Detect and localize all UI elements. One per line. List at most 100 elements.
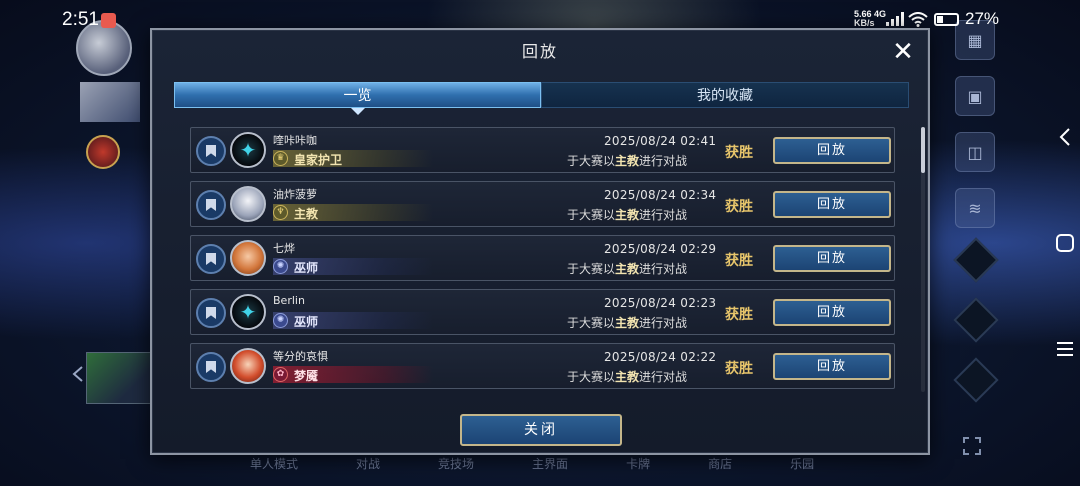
match-result: 获胜 [725,361,753,377]
match-result: 获胜 [725,307,753,323]
bg-left-arrow-icon [72,366,83,382]
bookmark-icon[interactable] [196,244,226,274]
replay-row: 等分的哀惧 ✿ 梦魇 2025/08/24 02:22 于大赛以主教进行对战 获… [190,343,895,389]
bookmark-icon[interactable] [196,190,226,220]
wifi-icon [908,12,928,27]
class-emblem-icon: ♆ [273,205,288,220]
opponent-name: 喹咔咔咖 [273,134,317,147]
fullscreen-icon [963,437,981,455]
desc-suffix: 进行对战 [639,154,688,168]
desc-class: 主教 [615,370,640,384]
class-emblem-icon: ✺ [273,259,288,274]
match-datetime: 2025/08/24 02:23 [604,296,717,310]
replay-button[interactable]: 回放 [773,191,891,218]
bg-nav-item: 商店 [708,457,733,471]
replay-button[interactable]: 回放 [773,299,891,326]
class-label: 主教 [294,207,319,221]
opponent-avatar [230,132,266,168]
desc-suffix: 进行对战 [639,370,688,384]
class-badge: ✺ 巫师 [273,258,433,275]
match-description: 于大赛以主教进行对战 [567,152,687,169]
desc-suffix: 进行对战 [639,262,688,276]
opponent-name: 等分的哀惧 [273,350,328,363]
gift-icon: ◫ [955,132,995,172]
bg-nav-item: 主界面 [532,457,569,471]
tab-bar: 一览 我的收藏 [174,82,909,108]
opponent-avatar [230,240,266,276]
desc-class: 主教 [615,316,640,330]
class-label: 梦魇 [294,369,319,383]
match-description: 于大赛以主教进行对战 [567,260,687,277]
class-emblem-icon: ♛ [273,151,288,166]
opponent-name: 油炸菠萝 [273,188,317,201]
replay-button[interactable]: 回放 [773,245,891,272]
opponent-avatar [230,294,266,330]
replay-row: 油炸菠萝 ♆ 主教 2025/08/24 02:34 于大赛以主教进行对战 获胜… [190,181,895,227]
desc-prefix: 于大赛以 [567,370,616,384]
tab-overview[interactable]: 一览 [174,82,541,108]
diamond-icon [953,237,999,283]
bg-nav-item: 竞技场 [438,457,475,471]
class-badge: ✿ 梦魇 [273,366,433,383]
match-datetime: 2025/08/24 02:29 [604,242,717,256]
network-speed: 5.66 4G KB/s [854,10,886,28]
replay-button[interactable]: 回放 [773,137,891,164]
match-result: 获胜 [725,253,753,269]
opponent-name: 七烨 [273,242,295,255]
scrollbar-thumb[interactable] [921,127,925,173]
net-speed-unit: KB/s [854,18,875,28]
class-label: 巫师 [294,261,319,275]
class-badge: ♆ 主教 [273,204,433,221]
battery-percent: 27% [965,9,1000,28]
bookmark-icon[interactable] [196,136,226,166]
net-type: 4G [874,9,887,19]
desc-suffix: 进行对战 [639,316,688,330]
desc-class: 主教 [615,154,640,168]
bg-character-art [80,82,140,122]
opponent-name: Berlin [273,294,305,307]
match-datetime: 2025/08/24 02:22 [604,350,717,364]
dialog-title: 回放 [521,42,558,61]
match-description: 于大赛以主教进行对战 [567,206,687,223]
tab-my-favorites[interactable]: 我的收藏 [541,82,909,108]
signal-icon [886,12,904,26]
class-emblem-icon: ✿ [273,367,288,382]
close-icon[interactable]: ✕ [889,38,917,66]
scroll-icon: ≋ [955,188,995,228]
bookmark-icon[interactable] [196,352,226,382]
desc-prefix: 于大赛以 [567,316,616,330]
match-datetime: 2025/08/24 02:41 [604,134,717,148]
opponent-avatar [230,348,266,384]
close-button[interactable]: 关闭 [460,414,622,446]
replay-row: 七烨 ✺ 巫师 2025/08/24 02:29 于大赛以主教进行对战 获胜 回… [190,235,895,281]
bg-bottom-nav: 单人模式 对战 竞技场 主界面 卡牌 商店 乐园 [250,455,850,477]
match-result: 获胜 [725,145,753,161]
class-badge: ✺ 巫师 [273,312,433,329]
diamond-icon [953,297,999,343]
back-icon[interactable] [1054,126,1076,148]
bg-nav-item: 乐园 [790,457,815,471]
class-emblem-icon: ✺ [273,313,288,328]
replay-button[interactable]: 回放 [773,353,891,380]
bookmark-icon[interactable] [196,298,226,328]
replay-list: 喹咔咔咖 ♛ 皇家护卫 2025/08/24 02:41 于大赛以主教进行对战 … [190,127,895,392]
class-label: 皇家护卫 [294,153,343,167]
bg-rank-medal-icon [86,135,120,169]
diamond-icon [953,357,999,403]
desc-class: 主教 [615,262,640,276]
tab-indicator-icon [351,108,365,115]
class-label: 巫师 [294,315,319,329]
bg-right-toolbar: ▦ ▣ ◫ ≋ [953,20,999,424]
home-icon[interactable] [1054,232,1076,254]
bg-nav-item: 单人模式 [250,457,299,471]
match-result: 获胜 [725,199,753,215]
replay-row: 喹咔咔咖 ♛ 皇家护卫 2025/08/24 02:41 于大赛以主教进行对战 … [190,127,895,173]
match-description: 于大赛以主教进行对战 [567,314,687,331]
opponent-avatar [230,186,266,222]
class-badge: ♛ 皇家护卫 [273,150,433,167]
status-time: 2:51 [62,9,99,30]
replay-row: Berlin ✺ 巫师 2025/08/24 02:23 于大赛以主教进行对战 … [190,289,895,335]
recents-menu-icon[interactable] [1054,338,1076,360]
desc-class: 主教 [615,208,640,222]
battery-icon [934,13,959,26]
